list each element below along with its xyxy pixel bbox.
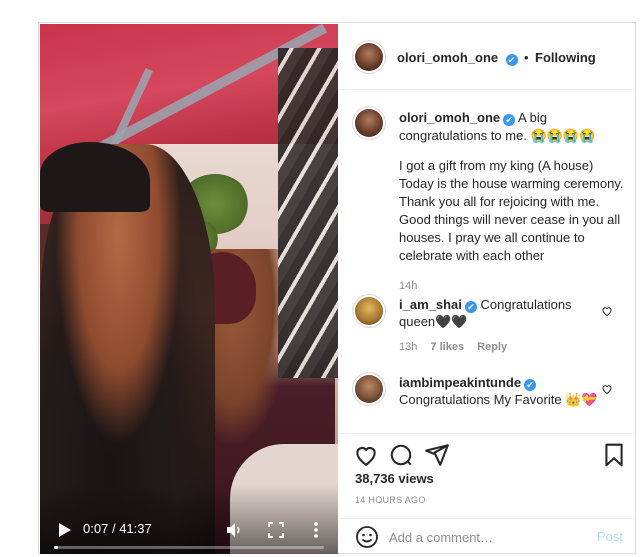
video-time: 0:07 / 41:37 bbox=[83, 521, 152, 536]
video-time-current: 0:07 bbox=[83, 521, 109, 536]
more-options-icon[interactable] bbox=[306, 520, 326, 540]
author-username[interactable]: olori_omoh_one bbox=[397, 50, 498, 65]
video-controls: 0:07 / 41:37 bbox=[40, 506, 338, 554]
caption-avatar[interactable] bbox=[355, 109, 383, 137]
add-comment-bar: Post bbox=[339, 518, 635, 554]
following-button[interactable]: Following bbox=[535, 50, 596, 65]
comment-icon[interactable] bbox=[388, 442, 414, 468]
commenter-avatar[interactable] bbox=[355, 375, 383, 403]
verified-badge-icon: ✔ bbox=[503, 114, 516, 126]
header-separator: • bbox=[524, 50, 529, 65]
comment-username[interactable]: iambimpeakintunde bbox=[399, 375, 521, 390]
comment-text: Congratulations My Favorite 👑💝 bbox=[399, 392, 598, 407]
commenter-avatar[interactable] bbox=[355, 297, 383, 325]
video-progress-track[interactable] bbox=[54, 546, 324, 549]
comment-like-heart-icon[interactable] bbox=[601, 305, 613, 317]
comments-area[interactable]: olori_omoh_one ✔ A big congratulations to… bbox=[339, 91, 635, 431]
post-header: olori_omoh_one ✔ • Following bbox=[339, 23, 635, 90]
comment-likes[interactable]: 7 likes bbox=[430, 341, 464, 353]
verified-badge-icon: ✔ bbox=[505, 54, 518, 66]
volume-icon[interactable] bbox=[224, 520, 244, 540]
caption-username[interactable]: olori_omoh_one bbox=[399, 110, 500, 125]
fullscreen-icon[interactable] bbox=[266, 520, 286, 540]
post-side-panel: olori_omoh_one ✔ • Following olori_omoh_… bbox=[339, 23, 635, 553]
post-comment-button[interactable]: Post bbox=[597, 529, 623, 544]
play-icon[interactable] bbox=[54, 520, 74, 540]
verified-badge-icon: ✔ bbox=[524, 379, 537, 391]
comment-reply-button[interactable]: Reply bbox=[477, 341, 507, 353]
view-count[interactable]: 38,736 views bbox=[355, 471, 434, 486]
comment-username[interactable]: i_am_shai bbox=[399, 297, 462, 312]
post-timestamp[interactable]: 14 HOURS AGO bbox=[355, 495, 426, 505]
verified-badge-icon: ✔ bbox=[464, 301, 477, 313]
caption-time[interactable]: 14h bbox=[399, 277, 625, 295]
video-time-total: 41:37 bbox=[119, 521, 152, 536]
post-header-info: olori_omoh_one ✔ • Following bbox=[397, 49, 596, 67]
video-progress-fill bbox=[54, 546, 59, 549]
video-time-separator: / bbox=[111, 521, 116, 536]
share-icon[interactable] bbox=[424, 442, 450, 468]
author-avatar[interactable] bbox=[355, 43, 383, 71]
post-caption: olori_omoh_one ✔ A big congratulations to… bbox=[399, 109, 625, 295]
post-actions: 38,736 views 14 HOURS AGO Post bbox=[339, 433, 635, 553]
comment-time[interactable]: 13h bbox=[399, 341, 417, 353]
comment-body: iambimpeakintunde ✔ Congratulations My Fa… bbox=[399, 374, 599, 408]
comment-like-heart-icon[interactable] bbox=[601, 383, 613, 395]
add-comment-input[interactable] bbox=[389, 527, 579, 547]
video-scene-fabric bbox=[278, 48, 338, 378]
comment-meta: 13h 7 likes Reply bbox=[399, 341, 507, 353]
page-top-strip bbox=[0, 0, 640, 22]
bookmark-icon[interactable] bbox=[601, 442, 627, 468]
emoji-icon[interactable] bbox=[355, 525, 379, 549]
post-video[interactable]: 0:07 / 41:37 bbox=[40, 24, 338, 554]
comment-body: i_am_shai ✔ Congratulations queen🖤🖤 bbox=[399, 296, 599, 330]
caption-body: I got a gift from my king (A house) Toda… bbox=[399, 158, 624, 263]
heart-icon[interactable] bbox=[353, 442, 379, 468]
